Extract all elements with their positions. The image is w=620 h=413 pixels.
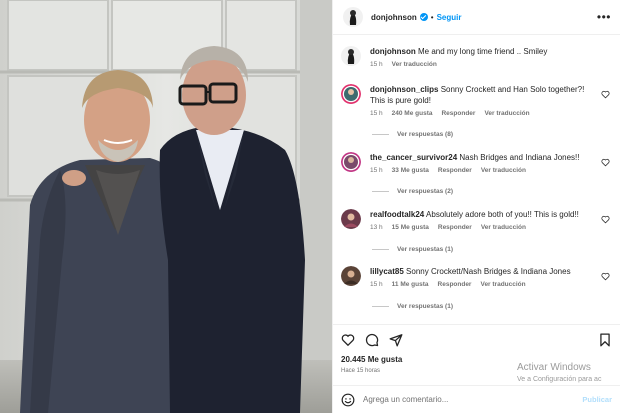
action-bar [333,324,620,352]
post-header: donjohnson • Seguir ••• [333,0,620,35]
heart-icon[interactable] [341,333,355,347]
post-side-panel: donjohnson • Seguir ••• donjohnson Me an… [332,0,620,413]
verified-badge-icon [419,13,428,21]
comment-avatar-image [341,152,361,172]
comment-item: realfoodtalk24 Absolutely adore both of … [341,209,612,231]
separator-dot: • [430,12,434,22]
author-avatar[interactable] [343,7,363,27]
comment-likes[interactable]: 33 Me gusta [392,167,429,174]
bookmark-icon[interactable] [598,333,612,347]
comment-text: lillycat85 Sonny Crockett/Nash Bridges &… [370,266,612,277]
translate-link[interactable]: Ver traducción [480,281,525,288]
comment-text: donjohnson_clips Sonny Crockett and Han … [370,84,612,106]
comment-time: 15 h [370,110,383,117]
publish-button[interactable]: Publicar [582,395,612,404]
comment-item: lillycat85 Sonny Crockett/Nash Bridges &… [341,266,612,288]
follow-button[interactable]: Seguir [437,13,462,22]
view-replies-button[interactable]: Ver respuestas (8) [372,131,453,138]
comment-text: realfoodtalk24 Absolutely adore both of … [370,209,612,220]
reply-button[interactable]: Responder [441,110,475,117]
comment-avatar[interactable] [341,84,361,104]
translate-link[interactable]: Ver traducción [481,224,526,231]
comment-text: the_cancer_survivor24 Nash Bridges and I… [370,152,612,163]
likes-count[interactable]: 20.445 Me gusta [341,355,402,364]
comment-time: 15 h [370,167,383,174]
comment-likes[interactable]: 15 Me gusta [392,224,429,231]
comment-username[interactable]: realfoodtalk24 [370,210,424,219]
comment-avatar[interactable] [341,152,361,172]
comments-list[interactable]: donjohnson Me and my long time friend ..… [333,35,620,324]
reply-button[interactable]: Responder [438,224,472,231]
activation-watermark-title: Activar Windows [517,362,591,373]
comment-username[interactable]: lillycat85 [370,267,404,276]
heart-icon[interactable] [601,215,610,224]
comment-meta: 15 h 240 Me gusta Responder Ver traducci… [370,110,612,117]
activation-watermark-subtitle: Ve a Configuración para ac [517,376,602,383]
caption: donjohnson Me and my long time friend ..… [341,46,612,68]
comment-time: 15 h [370,281,383,288]
comment-avatar-image [341,84,361,104]
caption-body: Me and my long time friend .. Smiley [418,47,548,56]
more-options-icon[interactable]: ••• [597,11,611,23]
comment-composer: Publicar [333,385,620,413]
comment-avatar-image [341,209,361,229]
comment-username[interactable]: the_cancer_survivor24 [370,153,457,162]
caption-time: 15 h [370,61,383,68]
heart-icon[interactable] [601,90,610,99]
comment-input[interactable] [363,395,563,404]
heart-icon[interactable] [601,272,610,281]
caption-translate-link[interactable]: Ver traducción [392,61,437,68]
comment-meta: 13 h 15 Me gusta Responder Ver traducció… [370,224,612,231]
comment-meta: 15 h 11 Me gusta Responder Ver traducció… [370,281,612,288]
caption-text: donjohnson Me and my long time friend ..… [370,46,612,57]
comment-likes[interactable]: 11 Me gusta [392,281,429,288]
caption-avatar[interactable] [341,46,361,66]
reply-button[interactable]: Responder [438,281,472,288]
author-avatar-image [343,7,363,27]
translate-link[interactable]: Ver traducción [484,110,529,117]
post-photo[interactable] [0,0,332,413]
comment-body: Sonny Crockett/Nash Bridges & Indiana Jo… [406,267,571,276]
comment-avatar[interactable] [341,266,361,286]
translate-link[interactable]: Ver traducción [481,167,526,174]
comment-avatar[interactable] [341,209,361,229]
caption-username[interactable]: donjohnson [370,47,416,56]
author-username[interactable]: donjohnson [371,13,417,22]
reply-button[interactable]: Responder [438,167,472,174]
comment-avatar-image [341,266,361,286]
photo-image [0,0,332,413]
comment-item: the_cancer_survivor24 Nash Bridges and I… [341,152,612,174]
view-replies-button[interactable]: Ver respuestas (1) [372,246,453,253]
comment-meta: 15 h 33 Me gusta Responder Ver traducció… [370,167,612,174]
emoji-icon[interactable] [341,393,355,407]
comment-likes[interactable]: 240 Me gusta [392,110,433,117]
view-replies-button[interactable]: Ver respuestas (1) [372,303,453,310]
send-icon[interactable] [389,333,403,347]
comment-body: Absolutely adore both of you!! This is g… [426,210,579,219]
view-replies-button[interactable]: Ver respuestas (2) [372,188,453,195]
caption-avatar-image [341,46,361,66]
comment-item: donjohnson_clips Sonny Crockett and Han … [341,84,612,117]
comment-username[interactable]: donjohnson_clips [370,85,438,94]
comment-time: 13 h [370,224,383,231]
comment-icon[interactable] [365,333,379,347]
heart-icon[interactable] [601,158,610,167]
post-timestamp: Hace 15 horas [341,368,381,374]
comment-body: Nash Bridges and Indiana Jones!! [459,153,580,162]
caption-meta: 15 h Ver traducción [370,61,612,68]
